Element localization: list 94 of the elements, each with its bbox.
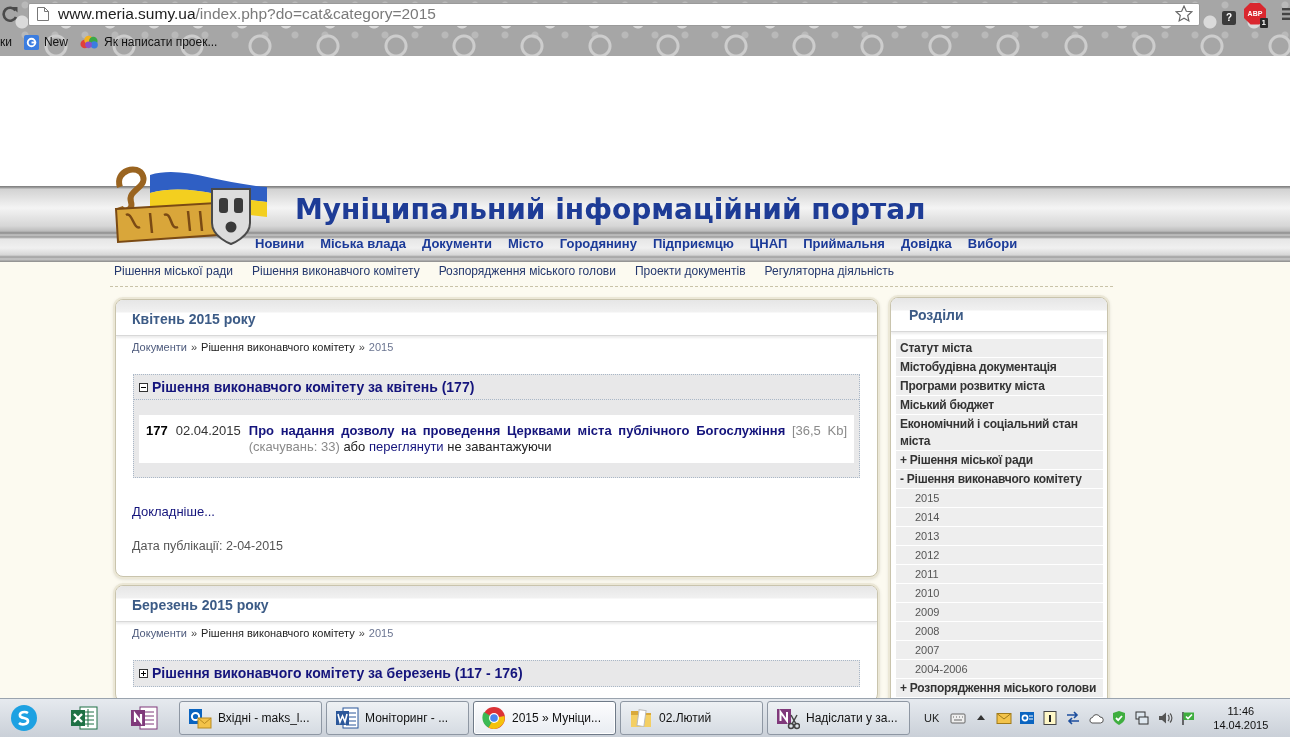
sidebar-item[interactable]: Міський бюджет: [896, 396, 1103, 415]
mail-app-icon[interactable]: [1019, 710, 1036, 726]
subnav-link[interactable]: Регуляторна діяльність: [764, 263, 895, 280]
nav-link[interactable]: Документи: [421, 235, 492, 253]
nav-link[interactable]: Підприємцю: [652, 235, 734, 253]
nav-link[interactable]: Місто: [507, 235, 544, 253]
network-icon[interactable]: [1134, 710, 1151, 726]
round-app-icon[interactable]: [10, 704, 38, 732]
subnav-link[interactable]: Розпорядження міського голови: [438, 263, 616, 280]
sidebar-item[interactable]: Містобудівна документація: [896, 358, 1103, 377]
breadcrumb-link[interactable]: Документи: [132, 627, 187, 640]
breadcrumb-link[interactable]: 2015: [368, 627, 394, 640]
conjunction-text: або: [343, 439, 366, 454]
breadcrumb-separator: »: [190, 341, 198, 354]
subnav-link[interactable]: Рішення виконавчого комітету: [252, 263, 420, 280]
sidebar-subitem[interactable]: 2004-2006: [896, 660, 1103, 679]
read-more-link[interactable]: Докладніше...: [132, 504, 215, 519]
help-extension-button[interactable]: ?: [1222, 11, 1236, 25]
taskbar-window-button[interactable]: Надіслати у за...: [767, 701, 910, 735]
sidebar-subitem[interactable]: 2011: [896, 565, 1103, 584]
document-title-link[interactable]: Про надання дозволу на проведення Церквами міста публічного Богослужіння: [248, 423, 786, 438]
nav-link[interactable]: ЦНАП: [749, 235, 788, 253]
breadcrumb-link[interactable]: Документи: [132, 341, 187, 354]
sidebar-subitem[interactable]: 2014: [896, 508, 1103, 527]
envelope-icon[interactable]: [996, 710, 1013, 726]
taskbar-window-button[interactable]: 02.Лютий: [620, 701, 763, 735]
taskbar-window-button[interactable]: 2015 » Муніци...: [473, 701, 616, 735]
nav-link[interactable]: Довідка: [900, 235, 952, 253]
site-title: Муніципальний інформаційний портал: [295, 192, 926, 227]
document-date: 02.04.2015: [175, 423, 241, 439]
file-size: [36,5 Kb]: [791, 423, 847, 438]
sidebar-subitem[interactable]: 2010: [896, 584, 1103, 603]
page-icon: [37, 7, 49, 21]
nav-link[interactable]: Приймальня: [803, 235, 885, 253]
breadcrumb-separator: »: [358, 341, 365, 354]
sidebar-subitem[interactable]: 2012: [896, 546, 1103, 565]
nav-link[interactable]: Вибори: [967, 235, 1018, 253]
document-number: 177: [146, 423, 168, 439]
sidebar-item[interactable]: + Рішення міської ради: [896, 451, 1103, 470]
panel-title: Розділи: [909, 307, 964, 324]
envelope-app-icon: [188, 706, 212, 730]
subnav-link[interactable]: Рішення міської ради: [114, 263, 233, 280]
speaker-icon[interactable]: [1157, 710, 1174, 726]
address-field[interactable]: www.meria.sumy.ua/index.php?do=cat&category=2015: [28, 2, 1200, 26]
calendar-icon[interactable]: [1042, 710, 1059, 726]
download-count: (скачувань: 33): [248, 439, 340, 454]
folder-icon: [629, 706, 653, 730]
publication-date: Дата публікації: 2-04-2015: [132, 538, 284, 554]
nav-link[interactable]: Міська влада: [320, 235, 406, 253]
sidebar-item[interactable]: + Розпорядження міського голови: [896, 679, 1103, 698]
sidebar-subitem[interactable]: 2008: [896, 622, 1103, 641]
nav-link[interactable]: Городянину: [559, 235, 637, 253]
breadcrumb-link[interactable]: 2015: [368, 341, 394, 354]
document-app-icon: [335, 706, 359, 730]
sidebar-subitem[interactable]: 2007: [896, 641, 1103, 660]
bookmark-link[interactable]: ки: [0, 35, 12, 49]
taskbar-window-button[interactable]: Вхідні - maks_l...: [179, 701, 322, 735]
sidebar-item[interactable]: Статут міста: [896, 339, 1103, 358]
extension-count-badge: 1: [1259, 18, 1268, 28]
sidebar-item[interactable]: - Рішення виконавчого комітету: [896, 470, 1103, 489]
sidebar-item[interactable]: Економічний і соціальний стан міста: [896, 415, 1103, 451]
spreadsheet-app-icon[interactable]: [70, 704, 98, 732]
taskbar-window-button[interactable]: Моніторинг - ...: [326, 701, 469, 735]
sidebar-subitem[interactable]: 2009: [896, 603, 1103, 622]
sync-arrows-icon[interactable]: [1065, 710, 1082, 726]
clock-date[interactable]: 14.04.2015: [1213, 718, 1269, 732]
nav-link[interactable]: Новини: [255, 235, 305, 253]
sidebar-subitem[interactable]: 2013: [896, 527, 1103, 546]
round-browser-icon: [482, 706, 506, 730]
breadcrumb-link[interactable]: Рішення виконавчого комітету: [201, 341, 355, 354]
shield-check-icon[interactable]: [1111, 710, 1128, 726]
sidebar-subitem[interactable]: 2015: [896, 489, 1103, 508]
breadcrumb-link[interactable]: Рішення виконавчого комітету: [201, 627, 355, 640]
article-title: Березень 2015 року: [132, 597, 269, 614]
bookmark-link[interactable]: Як написати проек...: [79, 35, 218, 49]
reload-icon[interactable]: [2, 6, 18, 22]
notebook-app-icon[interactable]: [130, 704, 158, 732]
notebook-scissors-icon: [776, 706, 800, 730]
article-title: Квітень 2015 року: [132, 311, 256, 328]
url-text: www.meria.sumy.ua/index.php?do=cat&category=2015: [58, 5, 437, 23]
flag-check-icon[interactable]: [1180, 710, 1197, 726]
sidebar-item[interactable]: Програми розвитку міста: [896, 377, 1103, 396]
circle-cluster-icon: [79, 35, 99, 49]
breadcrumb-separator: »: [190, 627, 198, 640]
square-app-icon: [23, 34, 39, 50]
clock-time[interactable]: 11:46: [1227, 704, 1255, 718]
star-icon[interactable]: [1175, 5, 1193, 23]
view-link[interactable]: переглянути: [368, 439, 444, 454]
language-indicator[interactable]: UK: [924, 712, 940, 724]
bookmark-link[interactable]: New: [23, 34, 68, 50]
breadcrumb-separator: »: [358, 627, 365, 640]
view-note: не завантажуючи: [447, 439, 552, 454]
subnav-link[interactable]: Проекти документів: [634, 263, 746, 280]
menu-icon[interactable]: [1282, 7, 1290, 21]
